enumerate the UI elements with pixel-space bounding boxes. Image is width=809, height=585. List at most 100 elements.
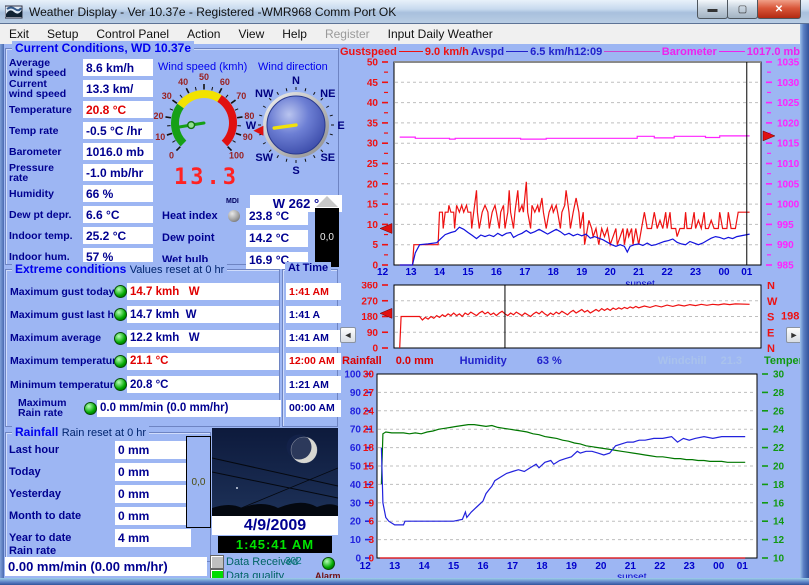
main-panel: Current Conditions, WD 10.37e Average wi… (4, 41, 809, 583)
extreme-row-maximum-gust-last-hour: Maximum gust last hour 14.7 kmh W (6, 305, 279, 324)
svg-text:360: 360 (361, 282, 378, 292)
minimize-button[interactable]: ▬ (697, 0, 728, 19)
svg-text:14: 14 (773, 517, 785, 528)
svg-text:1020: 1020 (777, 118, 800, 129)
svg-text:00: 00 (718, 267, 730, 278)
svg-text:35: 35 (367, 118, 379, 129)
svg-text:20: 20 (605, 267, 617, 278)
time-display: 1:45:41 AM (218, 536, 332, 553)
status-led (84, 401, 97, 415)
rain-row-month-to-date: Month to date 0 mm (9, 506, 191, 525)
close-button[interactable]: ✕ (757, 0, 801, 19)
wind-run-bar: 0,0 (315, 208, 339, 267)
gust-baro-chart: 0510152025303540455098599099510001005101… (367, 58, 800, 291)
svg-text:20: 20 (595, 561, 607, 572)
cc-label: Indoor hum. (9, 250, 70, 263)
extreme-time-row: 00:00 AM (283, 399, 341, 418)
derived-row-dew-point: Dew point 14.2 °C (162, 229, 308, 247)
svg-text:50: 50 (350, 462, 362, 473)
svg-text:30: 30 (363, 370, 375, 381)
windchill-legend-value: 21.3 (720, 354, 743, 367)
extreme-time: 12:00 AM (286, 352, 341, 370)
compass-point-sw: SW (255, 152, 273, 164)
compass-point-n: N (292, 75, 300, 87)
extreme-row-maximum-gust-today: Maximum gust today 14.7 kmh W (6, 282, 279, 301)
derived-label: Heat index (162, 210, 218, 222)
humidity-temp-rain-chart: 0102030405060708090100036912151821242730… (344, 370, 785, 582)
rain-value: 0 mm (115, 462, 191, 481)
svg-text:S: S (767, 312, 774, 324)
wind-direction-chart: 090180270360 NWSEN198 (361, 282, 799, 354)
cc-row-temp-rate: Temp rate -0.5 °C /hr (9, 120, 171, 141)
extreme-time-row: 1:41 AM (283, 282, 341, 301)
mdi-button[interactable] (228, 210, 240, 222)
window-left-border (0, 44, 4, 585)
extreme-label: Maximum gust last hour (10, 308, 131, 321)
weather-display-window: Weather Display - Ver 10.37e - Registere… (0, 0, 809, 585)
svg-text:19: 19 (566, 561, 578, 572)
menu-item-register: Register (324, 27, 370, 41)
cc-value: 25.2 °C (83, 227, 153, 244)
extreme-time: 1:41 AM (286, 329, 341, 347)
scroll-left-button[interactable]: ◄ (340, 327, 356, 343)
svg-text:20: 20 (154, 111, 164, 121)
cc-label: Average wind speed (9, 56, 67, 79)
svg-text:20: 20 (367, 179, 379, 190)
window-bottom-border (0, 578, 809, 585)
maximize-button[interactable]: ▢ (727, 0, 758, 19)
wind-direction-compass: NNEESESSWWNW (246, 75, 345, 177)
derived-label: Dew point (162, 232, 215, 244)
cc-label: Humidity (9, 187, 54, 200)
derived-row-heat-index: Heat index 23.8 °C (162, 207, 308, 225)
svg-text:1005: 1005 (777, 179, 800, 190)
svg-text:80: 80 (350, 406, 362, 417)
svg-text:100: 100 (344, 370, 361, 381)
cc-label: Temperature (9, 103, 72, 116)
cc-row-indoor-temp: Indoor temp. 25.2 °C (9, 225, 171, 246)
extreme-time: 1:41 A (286, 306, 341, 324)
svg-text:30: 30 (367, 139, 379, 150)
data-received-checkbox[interactable] (210, 555, 224, 569)
rain-gauge-value: 0,0 (191, 476, 206, 488)
svg-text:00: 00 (713, 561, 725, 572)
svg-text:40: 40 (178, 77, 188, 87)
svg-text:12: 12 (377, 267, 389, 278)
svg-text:14: 14 (419, 561, 431, 572)
cc-label: Dew pt depr. (9, 208, 72, 221)
current-conditions-header: Current Conditions, WD 10.37e (12, 41, 195, 55)
menu-item-help[interactable]: Help (273, 25, 316, 43)
svg-text:1015: 1015 (777, 139, 800, 150)
menu-item-input-daily-weather[interactable]: Input Daily Weather (379, 25, 502, 43)
svg-text:25: 25 (367, 159, 379, 170)
date-display: 4/9/2009 (212, 516, 338, 535)
svg-text:40: 40 (367, 98, 379, 109)
scroll-up-icon[interactable] (316, 196, 338, 207)
extreme-time-row: 1:21 AM (283, 375, 341, 394)
svg-text:30: 30 (162, 91, 172, 101)
svg-text:18: 18 (548, 267, 560, 278)
svg-text:18: 18 (363, 443, 375, 454)
baro-legend-line (718, 51, 745, 52)
extreme-label: Minimum temperature (10, 378, 120, 391)
svg-text:995: 995 (777, 220, 794, 231)
svg-text:90: 90 (367, 328, 379, 339)
rain-row-today: Today 0 mm (9, 462, 191, 481)
svg-text:16: 16 (477, 561, 489, 572)
wind-direction-title: Wind direction (258, 61, 328, 73)
current-value-marker-icon (762, 130, 776, 142)
svg-text:10: 10 (155, 132, 165, 142)
rain-value: 0 mm (115, 506, 191, 525)
extreme-value: 12.2 kmh W (127, 329, 279, 347)
extreme-time-row: 1:41 AM (283, 329, 341, 348)
svg-text:12: 12 (773, 535, 785, 546)
extreme-time: 00:00 AM (286, 399, 341, 417)
extreme-time: 1:21 AM (286, 376, 341, 394)
extreme-label: Maximum average (10, 332, 102, 345)
svg-text:1010: 1010 (777, 159, 800, 170)
cc-value: 66 % (83, 185, 153, 202)
menu-item-view[interactable]: View (229, 25, 273, 43)
svg-text:18: 18 (536, 561, 548, 572)
cc-row-pressure: Pressure rate -1.0 mb/hr (9, 162, 171, 183)
svg-text:16: 16 (773, 498, 785, 509)
rain-value: 4 mm (115, 528, 191, 547)
